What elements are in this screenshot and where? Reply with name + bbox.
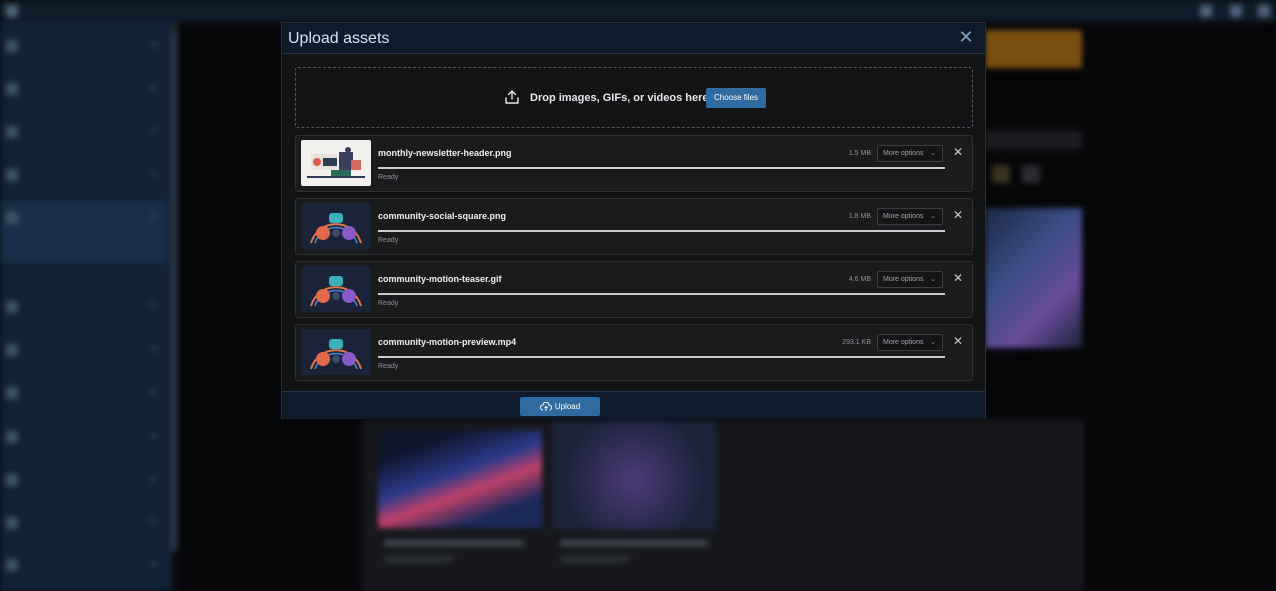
choose-files-button[interactable]: Choose files bbox=[706, 88, 766, 108]
file-thumbnail bbox=[301, 329, 371, 375]
asset-card bbox=[985, 208, 1082, 348]
sidebar-item: ▼ bbox=[0, 382, 166, 404]
sidebar-item: ▼ bbox=[0, 296, 166, 318]
sidebar: ▼ ▼ ▼ ▼ ▼ ▼ ▼ ▼ ▼ ▼ ▼ ▼ bbox=[0, 22, 172, 591]
more-options-label: More options bbox=[883, 339, 924, 346]
sidebar-item: ▼ bbox=[0, 35, 166, 57]
topbar-icon bbox=[1230, 5, 1242, 17]
sidebar-item: ▼ bbox=[0, 512, 166, 534]
asset-card-meta bbox=[560, 556, 630, 562]
chevron-down-icon: ⌄ bbox=[930, 339, 936, 346]
remove-file-icon[interactable]: ✕ bbox=[952, 208, 964, 222]
file-row: community-motion-preview.mp4 293.1 KB Mo… bbox=[295, 324, 973, 381]
modal-header: Upload assets ✕ bbox=[282, 23, 985, 54]
dropzone[interactable]: Drop images, GIFs, or videos here Choose… bbox=[295, 67, 973, 128]
file-status: Ready bbox=[378, 174, 399, 181]
more-options-label: More options bbox=[883, 213, 924, 220]
file-status: Ready bbox=[378, 363, 399, 370]
modal-footer: Upload bbox=[282, 391, 985, 419]
more-options-label: More options bbox=[883, 276, 924, 283]
file-thumbnail bbox=[301, 203, 371, 249]
file-row: community-social-square.png 1.8 MB More … bbox=[295, 198, 973, 255]
remove-file-icon[interactable]: ✕ bbox=[952, 271, 964, 285]
dropzone-text: Drop images, GIFs, or videos here bbox=[530, 92, 709, 104]
more-options-dropdown[interactable]: More options ⌄ bbox=[877, 271, 943, 288]
sidebar-item: ▼ bbox=[0, 164, 166, 186]
file-status: Ready bbox=[378, 237, 399, 244]
asset-card-meta bbox=[384, 556, 454, 562]
file-progress-bar bbox=[378, 293, 945, 295]
asset-card-thumbnail bbox=[378, 430, 542, 528]
upload-modal: Upload assets ✕ Drop images, GIFs, or vi… bbox=[281, 22, 986, 419]
more-options-dropdown[interactable]: More options ⌄ bbox=[877, 145, 943, 162]
file-name: community-social-square.png bbox=[378, 211, 507, 221]
file-name: monthly-newsletter-header.png bbox=[378, 148, 512, 158]
cloud-upload-icon bbox=[539, 401, 552, 411]
warning-banner bbox=[985, 30, 1082, 68]
remove-file-icon[interactable]: ✕ bbox=[952, 334, 964, 348]
chevron-down-icon: ⌄ bbox=[930, 213, 936, 220]
file-size: 1.5 MB bbox=[848, 150, 871, 157]
more-options-dropdown[interactable]: More options ⌄ bbox=[877, 208, 943, 225]
more-options-dropdown[interactable]: More options ⌄ bbox=[877, 334, 943, 351]
asset-card-title bbox=[560, 540, 708, 546]
file-name: community-motion-preview.mp4 bbox=[378, 337, 517, 347]
toolbar-button bbox=[1022, 165, 1040, 183]
topbar-icon bbox=[1200, 5, 1212, 17]
sidebar-item: ▼ bbox=[0, 121, 166, 143]
file-thumbnail bbox=[301, 266, 371, 312]
sidebar-item: ▼ bbox=[0, 554, 166, 576]
topbar-icon bbox=[1258, 5, 1270, 17]
file-name: community-motion-teaser.gif bbox=[378, 274, 502, 284]
close-icon[interactable]: ✕ bbox=[958, 28, 974, 46]
file-progress-bar bbox=[378, 167, 945, 169]
chevron-down-icon: ⌄ bbox=[930, 276, 936, 283]
remove-file-icon[interactable]: ✕ bbox=[952, 145, 964, 159]
app-logo-icon bbox=[6, 5, 18, 17]
sidebar-item-active: ▼ bbox=[0, 202, 166, 262]
asset-card-thumbnail bbox=[552, 420, 716, 530]
asset-card-title bbox=[384, 540, 524, 546]
sidebar-item: ▼ bbox=[0, 469, 166, 491]
file-progress-bar bbox=[378, 230, 945, 232]
more-options-label: More options bbox=[883, 150, 924, 157]
sidebar-item: ▼ bbox=[0, 426, 166, 448]
chevron-down-icon: ⌄ bbox=[930, 150, 936, 157]
file-status: Ready bbox=[378, 300, 399, 307]
toolbar-button bbox=[992, 165, 1010, 183]
file-progress-bar bbox=[378, 356, 945, 358]
upload-button[interactable]: Upload bbox=[520, 397, 600, 416]
app-topbar bbox=[0, 0, 1276, 22]
file-thumbnail bbox=[301, 140, 371, 186]
sidebar-item: ▼ bbox=[0, 78, 166, 100]
file-size: 1.8 MB bbox=[848, 213, 871, 220]
toolbar bbox=[985, 130, 1082, 150]
modal-title: Upload assets bbox=[288, 30, 390, 47]
file-row: monthly-newsletter-header.png 1.5 MB Mor… bbox=[295, 135, 973, 192]
sidebar-scrollbar bbox=[170, 22, 178, 552]
file-size: 293.1 KB bbox=[842, 339, 871, 346]
upload-icon bbox=[505, 90, 519, 104]
sidebar-item: ▼ bbox=[0, 339, 166, 361]
file-row: community-motion-teaser.gif 4.6 MB More … bbox=[295, 261, 973, 318]
upload-button-label: Upload bbox=[554, 402, 581, 411]
file-size: 4.6 MB bbox=[848, 276, 871, 283]
